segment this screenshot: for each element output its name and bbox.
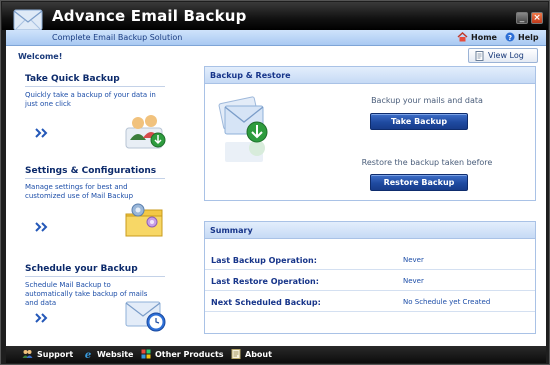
summary-row-last-restore: Last Restore Operation: Never — [205, 271, 535, 291]
quick-backup-arrow-button[interactable] — [34, 128, 52, 138]
main-content: Welcome! Take Quick Backup Quickly take … — [6, 46, 546, 346]
restore-backup-button[interactable]: Restore Backup — [370, 174, 468, 191]
home-link[interactable]: Home — [457, 32, 497, 42]
support-link[interactable]: Support — [22, 349, 73, 359]
section-divider — [25, 86, 165, 87]
svg-text:?: ? — [508, 34, 512, 42]
home-icon — [457, 32, 468, 42]
browser-e-icon: e — [85, 350, 91, 359]
home-label: Home — [471, 32, 497, 42]
website-link[interactable]: e Website — [83, 349, 134, 360]
section-desc-settings: Manage settings for best and customized … — [25, 183, 134, 200]
left-panel: Welcome! Take Quick Backup Quickly take … — [6, 46, 196, 346]
section-divider — [25, 178, 165, 179]
summary-panel: Summary Last Backup Operation: Never Las… — [204, 221, 536, 334]
summary-value: Never — [403, 277, 424, 285]
about-label: About — [245, 349, 272, 359]
website-label: Website — [97, 349, 134, 359]
welcome-text: Welcome! — [18, 52, 63, 61]
subtitle-bar: Complete Email Backup Solution Home ? He… — [6, 30, 546, 46]
help-link[interactable]: ? Help — [505, 32, 539, 42]
log-document-icon — [475, 50, 484, 61]
section-title-quick-backup[interactable]: Take Quick Backup — [25, 74, 120, 84]
backup-restore-header: Backup & Restore — [205, 67, 535, 84]
about-notepad-icon — [231, 349, 241, 359]
users-backup-icon — [125, 115, 166, 149]
support-users-icon — [22, 350, 33, 358]
svg-text:e: e — [85, 350, 91, 359]
summary-value: Never — [403, 256, 424, 264]
section-title-schedule[interactable]: Schedule your Backup — [25, 264, 138, 274]
backup-description: Backup your mails and data — [371, 96, 483, 105]
summary-value: No Schedule yet Created — [403, 298, 491, 306]
title-bar[interactable]: Advance Email Backup _ × — [2, 2, 548, 31]
view-log-label: View Log — [488, 51, 524, 60]
summary-label: Last Restore Operation: — [211, 277, 319, 286]
help-label: Help — [518, 32, 539, 42]
about-link[interactable]: About — [231, 349, 272, 359]
take-backup-button[interactable]: Take Backup — [370, 113, 468, 130]
close-button[interactable]: × — [531, 12, 543, 24]
help-icon: ? — [505, 32, 515, 42]
section-divider — [25, 276, 165, 277]
view-log-button[interactable]: View Log — [468, 48, 538, 63]
summary-row-last-backup: Last Backup Operation: Never — [205, 250, 535, 270]
summary-header: Summary — [205, 222, 535, 239]
footer-bar: Support e Website Other Products About — [6, 346, 546, 363]
app-subtitle: Complete Email Backup Solution — [52, 33, 183, 42]
support-label: Support — [37, 349, 74, 359]
app-title: Advance Email Backup — [52, 7, 247, 25]
right-panel: Backup & Restore Backup your mails and d… — [204, 66, 536, 336]
other-products-label: Other Products — [155, 349, 224, 359]
app-window: Advance Email Backup _ × Complete Email … — [0, 0, 550, 365]
section-desc-quick-backup: Quickly take a backup of your data in ju… — [25, 91, 156, 108]
email-backup-icon — [218, 96, 268, 162]
settings-arrow-button[interactable] — [34, 222, 52, 232]
summary-row-next-scheduled: Next Scheduled Backup: No Schedule yet C… — [205, 292, 535, 312]
summary-label: Next Scheduled Backup: — [211, 298, 321, 307]
section-title-settings[interactable]: Settings & Configurations — [25, 166, 156, 176]
summary-label: Last Backup Operation: — [211, 256, 317, 265]
backup-restore-panel: Backup & Restore Backup your mails and d… — [204, 66, 536, 201]
folder-settings-icon — [125, 203, 163, 237]
minimize-button[interactable]: _ — [516, 12, 528, 24]
restore-description: Restore the backup taken before — [361, 158, 493, 167]
other-products-link[interactable]: Other Products — [141, 349, 224, 359]
products-blocks-icon — [141, 349, 151, 359]
mail-clock-icon — [125, 301, 166, 332]
schedule-arrow-button[interactable] — [34, 313, 52, 323]
